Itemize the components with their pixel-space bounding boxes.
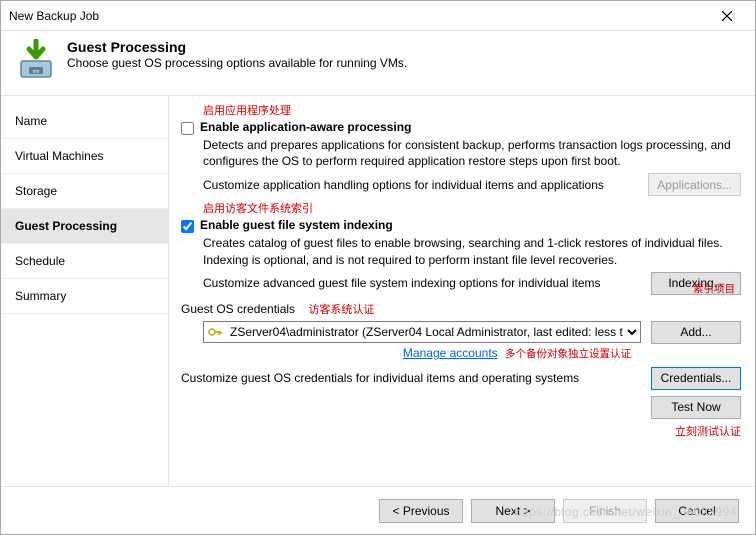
sidebar-item-schedule[interactable]: Schedule bbox=[1, 244, 168, 279]
finish-button: Finish bbox=[563, 499, 647, 523]
sidebar-item-virtual-machines[interactable]: Virtual Machines bbox=[1, 139, 168, 174]
page-title: Guest Processing bbox=[67, 39, 407, 55]
label-indexing: Enable guest file system indexing bbox=[200, 218, 393, 232]
content-panel: 启用应用程序处理 Enable application-aware proces… bbox=[169, 96, 755, 486]
wizard-body: Name Virtual Machines Storage Guest Proc… bbox=[1, 96, 755, 486]
manage-accounts-link[interactable]: Manage accounts bbox=[403, 346, 498, 360]
close-icon bbox=[722, 11, 732, 21]
window-title: New Backup Job bbox=[9, 9, 99, 23]
annotation-multi-obj: 多个备份对象独立设置认证 bbox=[505, 348, 631, 360]
titlebar: New Backup Job bbox=[1, 1, 755, 31]
checkbox-app-aware[interactable] bbox=[181, 122, 194, 135]
add-credentials-button[interactable]: Add... bbox=[651, 321, 741, 344]
subline-indexing: Customize advanced guest file system ind… bbox=[203, 276, 601, 290]
page-subtitle: Choose guest OS processing options avail… bbox=[67, 56, 407, 70]
label-customize-credentials: Customize guest OS credentials for indiv… bbox=[181, 371, 579, 385]
test-now-button[interactable]: Test Now bbox=[651, 396, 741, 419]
sidebar-item-storage[interactable]: Storage bbox=[1, 174, 168, 209]
credentials-button[interactable]: Credentials... bbox=[651, 367, 741, 390]
annotation-test-now: 立刻测试认证 bbox=[675, 426, 741, 438]
annotation-guest-cred: 访客系统认证 bbox=[308, 304, 374, 316]
desc-app-aware: Detects and prepares applications for co… bbox=[203, 137, 741, 169]
desc-indexing: Creates catalog of guest files to enable… bbox=[203, 235, 741, 267]
sidebar-item-summary[interactable]: Summary bbox=[1, 279, 168, 314]
subline-app-aware: Customize application handling options f… bbox=[203, 178, 604, 192]
svg-text:vm: vm bbox=[33, 69, 40, 75]
label-app-aware: Enable application-aware processing bbox=[200, 120, 411, 134]
sidebar-item-guest-processing[interactable]: Guest Processing bbox=[1, 209, 168, 244]
label-guest-credentials: Guest OS credentials bbox=[181, 302, 295, 316]
annotation-enable-indexing: 启用访客文件系统索引 bbox=[203, 200, 741, 216]
credentials-dropdown[interactable]: ZServer04\administrator (ZServer04 Local… bbox=[203, 321, 641, 343]
close-button[interactable] bbox=[707, 3, 747, 29]
applications-button: Applications... bbox=[648, 173, 741, 196]
sidebar-item-name[interactable]: Name bbox=[1, 104, 168, 139]
option-app-aware: Enable application-aware processing Dete… bbox=[181, 120, 741, 196]
previous-button[interactable]: < Previous bbox=[379, 499, 463, 523]
next-button[interactable]: Next > bbox=[471, 499, 555, 523]
guest-processing-icon: vm bbox=[15, 39, 57, 81]
option-indexing: Enable guest file system indexing Create… bbox=[181, 218, 741, 294]
key-icon bbox=[207, 324, 223, 340]
wizard-header: vm Guest Processing Choose guest OS proc… bbox=[1, 31, 755, 96]
checkbox-indexing[interactable] bbox=[181, 220, 194, 233]
annotation-enable-app: 启用应用程序处理 bbox=[203, 102, 741, 118]
annotation-indexing-item: 索引项目 bbox=[693, 281, 735, 296]
wizard-footer: < Previous Next > Finish Cancel bbox=[1, 486, 755, 534]
dialog-window: New Backup Job vm Guest Processing Choos… bbox=[0, 0, 756, 535]
cancel-button[interactable]: Cancel bbox=[655, 499, 739, 523]
wizard-sidebar: Name Virtual Machines Storage Guest Proc… bbox=[1, 96, 169, 486]
